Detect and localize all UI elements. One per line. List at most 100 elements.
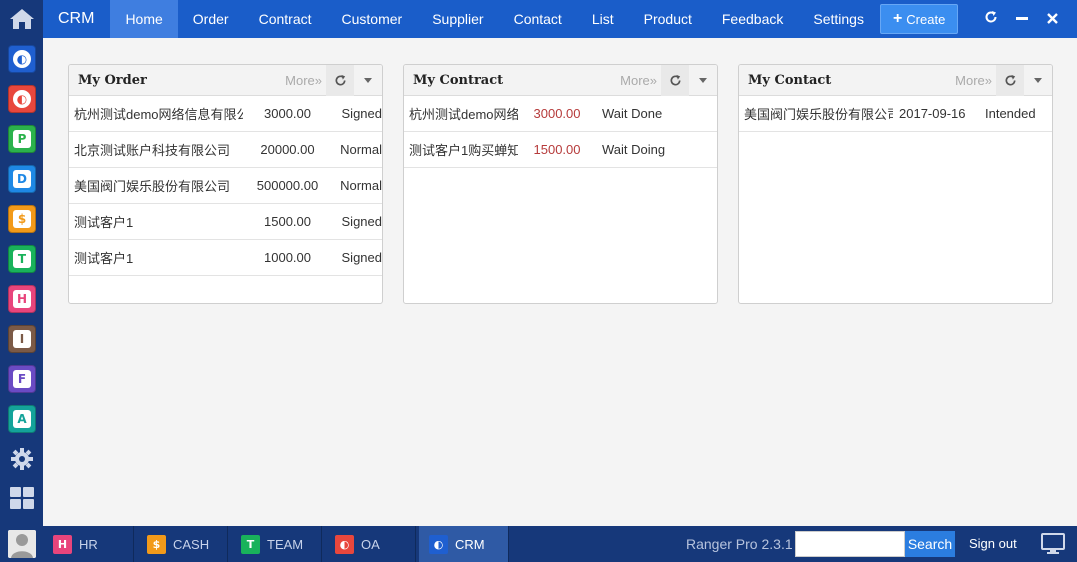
- taskbar-item-hr[interactable]: H HR: [43, 526, 134, 562]
- order-amount: 500000.00: [256, 178, 319, 193]
- dock-app-d[interactable]: D: [8, 165, 36, 193]
- customer-name[interactable]: 杭州测试demo网络信息有限公: [69, 104, 243, 123]
- avatar[interactable]: [8, 530, 36, 558]
- taskbar-label: OA: [361, 536, 380, 552]
- taskbar-item-team[interactable]: T TEAM: [231, 526, 322, 562]
- nav-order[interactable]: Order: [178, 0, 244, 38]
- table-row[interactable]: 杭州测试demo网络信息有限公 3000.00 Signed: [69, 96, 382, 132]
- close-icon[interactable]: [1037, 11, 1068, 28]
- dock-app-a[interactable]: A: [8, 405, 36, 433]
- nav-customer[interactable]: Customer: [327, 0, 418, 38]
- nav-home[interactable]: Home: [110, 0, 178, 38]
- chevron-down-icon[interactable]: [1024, 65, 1052, 96]
- i-icon: I: [13, 330, 31, 348]
- nav-settings[interactable]: Settings: [798, 0, 879, 38]
- create-button[interactable]: + Create: [879, 4, 959, 34]
- panel-title: My Contract: [413, 72, 504, 88]
- monitor-icon[interactable]: [1041, 533, 1065, 555]
- hr-icon: H: [53, 534, 72, 554]
- contract-amount: 1500.00: [533, 142, 581, 157]
- grid-icon[interactable]: [8, 484, 36, 512]
- panel-header: My Contract More»: [404, 65, 717, 96]
- oa-icon: ◐: [13, 90, 31, 108]
- refresh-icon[interactable]: [326, 65, 354, 96]
- more-link[interactable]: More»: [955, 73, 996, 88]
- nav-supplier[interactable]: Supplier: [417, 0, 498, 38]
- table-row[interactable]: 测试客户1 1000.00 Signed: [69, 240, 382, 276]
- dock-app-p[interactable]: P: [8, 125, 36, 153]
- contact-name[interactable]: 美国阀门娱乐股份有限公司: [739, 104, 893, 123]
- dock-app-i[interactable]: I: [8, 325, 36, 353]
- app-brand[interactable]: CRM: [43, 0, 110, 38]
- crm-icon: ◐: [13, 50, 31, 68]
- dock-app-f[interactable]: F: [8, 365, 36, 393]
- nav-contract[interactable]: Contract: [244, 0, 327, 38]
- minimize-icon[interactable]: [1006, 11, 1037, 28]
- f-icon: F: [13, 370, 31, 388]
- window-controls: [975, 10, 1077, 28]
- order-status: Normal: [340, 142, 382, 157]
- table-row[interactable]: 美国阀门娱乐股份有限公司 500000.00 Normal: [69, 168, 382, 204]
- home-icon[interactable]: [0, 0, 43, 38]
- panel-title: My Order: [78, 72, 147, 88]
- order-status: Normal: [340, 178, 382, 193]
- taskbar: H HR $ CASH T TEAM ◐ OA ◐ CRM Ranger Pro…: [0, 526, 1077, 562]
- contract-name[interactable]: 杭州测试demo网络: [404, 104, 518, 123]
- customer-name[interactable]: 北京测试账户科技有限公司: [69, 140, 243, 159]
- dock-app-oa[interactable]: ◐: [8, 85, 36, 113]
- taskbar-label: HR: [79, 536, 98, 552]
- table-row[interactable]: 美国阀门娱乐股份有限公司 2017-09-16 Intended: [739, 96, 1052, 132]
- order-amount: 1500.00: [264, 214, 311, 229]
- search-button[interactable]: Search: [905, 531, 955, 557]
- dock-app-hr[interactable]: H: [8, 285, 36, 313]
- hr-icon: H: [13, 290, 31, 308]
- nav-contact[interactable]: Contact: [499, 0, 577, 38]
- taskbar-item-oa[interactable]: ◐ OA: [325, 526, 416, 562]
- chevron-down-icon[interactable]: [689, 65, 717, 96]
- chevron-down-icon[interactable]: [354, 65, 382, 96]
- d-icon: D: [13, 170, 31, 188]
- contract-amount: 3000.00: [533, 106, 581, 121]
- order-status: Signed: [341, 106, 382, 121]
- panel-header: My Order More»: [69, 65, 382, 96]
- team-icon: T: [13, 250, 31, 268]
- refresh-icon[interactable]: [661, 65, 689, 96]
- order-amount: 3000.00: [264, 106, 311, 121]
- order-amount: 1000.00: [264, 250, 311, 265]
- customer-name[interactable]: 测试客户1: [69, 248, 243, 267]
- more-link[interactable]: More»: [620, 73, 661, 88]
- dollar-icon: $: [13, 210, 31, 228]
- table-row[interactable]: 测试客户1 1500.00 Signed: [69, 204, 382, 240]
- table-row[interactable]: 杭州测试demo网络 3000.00 Wait Done: [404, 96, 717, 132]
- my-contact-panel: My Contact More» 美国阀门娱乐股份有限公司 2017-09-16…: [738, 64, 1053, 304]
- nav-product[interactable]: Product: [629, 0, 707, 38]
- search-input[interactable]: [795, 531, 905, 557]
- taskbar-item-crm[interactable]: ◐ CRM: [419, 526, 509, 562]
- app-dock: ◐ ◐ P D $ T H I F A: [0, 0, 43, 562]
- nav-list[interactable]: List: [577, 0, 629, 38]
- panel-title: My Contact: [748, 72, 832, 88]
- contact-date: 2017-09-16: [899, 106, 966, 121]
- customer-name[interactable]: 测试客户1: [69, 212, 243, 231]
- top-nav: CRM Home Order Contract Customer Supplie…: [43, 0, 1077, 38]
- order-amount: 20000.00: [260, 142, 315, 157]
- taskbar-item-cash[interactable]: $ CASH: [137, 526, 228, 562]
- customer-name[interactable]: 美国阀门娱乐股份有限公司: [69, 176, 243, 195]
- nav-feedback[interactable]: Feedback: [707, 0, 798, 38]
- more-link[interactable]: More»: [285, 73, 326, 88]
- order-status: Signed: [341, 214, 382, 229]
- dock-app-cash[interactable]: $: [8, 205, 36, 233]
- panel-header: My Contact More»: [739, 65, 1052, 96]
- taskbar-label: TEAM: [267, 536, 304, 552]
- table-row[interactable]: 测试客户1购买蝉知 1500.00 Wait Doing: [404, 132, 717, 168]
- refresh-icon[interactable]: [996, 65, 1024, 96]
- dock-app-crm[interactable]: ◐: [8, 45, 36, 73]
- contract-status: Wait Done: [602, 106, 663, 121]
- taskbar-label: CRM: [455, 536, 485, 552]
- signout-link[interactable]: Sign out: [969, 526, 1017, 562]
- contract-name[interactable]: 测试客户1购买蝉知: [404, 140, 518, 159]
- refresh-icon[interactable]: [975, 10, 1006, 28]
- dock-app-team[interactable]: T: [8, 245, 36, 273]
- gear-icon[interactable]: [8, 445, 36, 473]
- table-row[interactable]: 北京测试账户科技有限公司 20000.00 Normal: [69, 132, 382, 168]
